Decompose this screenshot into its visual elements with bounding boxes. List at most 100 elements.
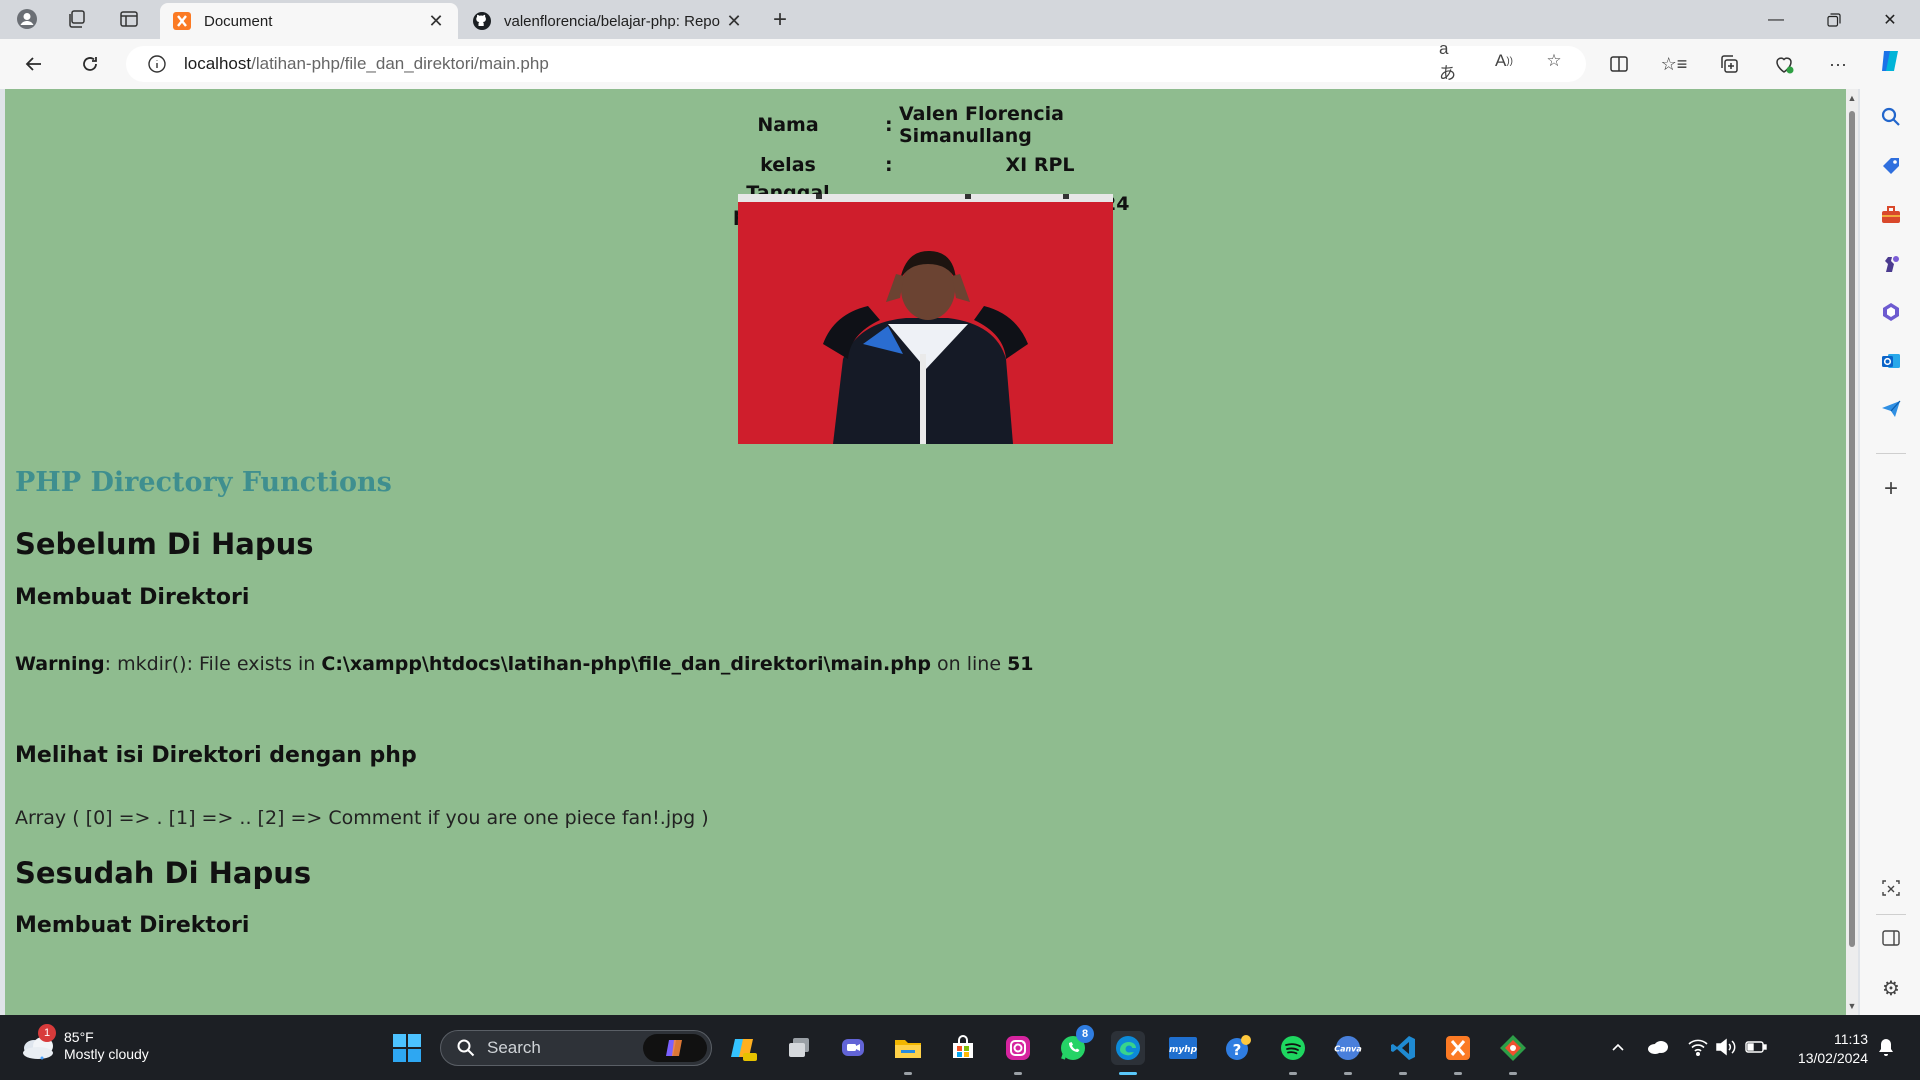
windows-start-icon[interactable]	[390, 1031, 424, 1065]
more-options-icon[interactable]: ···	[1822, 48, 1854, 80]
games-icon[interactable]	[1878, 251, 1904, 277]
running-indicator	[1119, 1072, 1137, 1075]
tab-strip: Document ✕ valenflorencia/belajar-php: R…	[0, 0, 1920, 39]
weather-badge: 1	[38, 1024, 56, 1042]
tab-document[interactable]: Document ✕	[160, 3, 458, 39]
add-icon[interactable]: +	[1878, 475, 1904, 502]
edge-sidebar: + ⚙	[1860, 39, 1920, 1015]
sidebar-divider	[1876, 914, 1906, 915]
info-value: Valen Florencia Simanullang	[899, 103, 1064, 147]
search-icon[interactable]	[1878, 104, 1904, 130]
split-screen-icon[interactable]	[1603, 48, 1635, 80]
show-hidden-icons-chevron-icon[interactable]	[1606, 1035, 1630, 1059]
minimize-button[interactable]: —	[1748, 0, 1804, 39]
collections-icon[interactable]	[1713, 48, 1745, 80]
task-view-icon[interactable]	[782, 1031, 816, 1065]
site-info-icon[interactable]	[146, 53, 168, 75]
copilot-search-icon[interactable]	[643, 1034, 707, 1062]
copilot-icon[interactable]	[1874, 45, 1906, 77]
favorites-icon[interactable]: ☆≡	[1658, 48, 1690, 80]
svg-text:?: ?	[1233, 1041, 1242, 1059]
reload-icon[interactable]	[74, 48, 106, 80]
heading-make-directory: Membuat Direktori	[15, 585, 250, 610]
instagram-icon[interactable]	[1001, 1031, 1035, 1075]
info-row: Nama : Valen Florencia Simanullang	[693, 101, 1183, 149]
address-bar[interactable]: localhost/latihan-php/file_dan_direktori…	[126, 46, 1586, 82]
copilot-pre-icon[interactable]	[727, 1031, 761, 1065]
edge-icon[interactable]	[1111, 1031, 1145, 1075]
tab-title: valenflorencia/belajar-php: Repo	[504, 12, 720, 30]
scroll-down-arrow[interactable]: ▼	[1847, 1001, 1857, 1011]
system-clock[interactable]: 11:13 13/02/2024	[1788, 1030, 1868, 1068]
shopping-tag-icon[interactable]	[1878, 153, 1904, 179]
git-gui-icon[interactable]	[1496, 1031, 1530, 1075]
favorite-star-icon[interactable]: ☆	[1539, 46, 1569, 76]
send-icon[interactable]	[1878, 396, 1904, 422]
warning-text: : mkdir(): File exists in	[104, 653, 322, 675]
running-indicator	[1014, 1072, 1022, 1075]
onedrive-cloud-icon[interactable]	[1646, 1035, 1670, 1059]
spotify-icon[interactable]	[1276, 1031, 1310, 1075]
vscode-icon[interactable]	[1386, 1031, 1420, 1075]
read-aloud-icon[interactable]: A))	[1489, 46, 1519, 76]
warning-on-line: on line	[931, 653, 1008, 675]
tab-actions-icon[interactable]	[116, 6, 142, 32]
weather-temp: 85°F	[64, 1029, 94, 1045]
microsoft-store-icon[interactable]	[946, 1031, 980, 1065]
teams-chat-icon[interactable]	[836, 1031, 870, 1065]
close-tab-icon[interactable]: ✕	[724, 11, 744, 31]
heading-after-delete: Sesudah Di Hapus	[15, 856, 312, 890]
notifications-bell-icon[interactable]	[1874, 1035, 1898, 1059]
scrollbar-thumb[interactable]	[1849, 111, 1855, 947]
weather-condition: Mostly cloudy	[64, 1046, 149, 1062]
vertical-scrollbar[interactable]: ▲ ▼	[1846, 89, 1858, 1015]
page-content: Nama : Valen Florencia Simanullang kelas…	[5, 89, 1846, 1015]
clock-time: 11:13	[1834, 1031, 1868, 1047]
profile-icon[interactable]	[14, 6, 40, 32]
new-tab-button[interactable]: +	[766, 6, 794, 34]
svg-text:myhp: myhp	[1169, 1045, 1198, 1055]
myhp-icon[interactable]: myhp	[1166, 1031, 1200, 1065]
running-indicator	[1509, 1072, 1517, 1075]
running-indicator	[1399, 1072, 1407, 1075]
settings-gear-icon[interactable]: ⚙	[1878, 975, 1904, 1001]
microsoft365-icon[interactable]	[1878, 299, 1904, 325]
info-label: kelas	[760, 153, 816, 176]
clock-date: 13/02/2024	[1797, 1050, 1868, 1066]
info-separator: :	[885, 153, 893, 176]
back-icon[interactable]	[18, 48, 50, 80]
canva-icon[interactable]: Canva	[1331, 1031, 1365, 1075]
running-indicator	[1289, 1072, 1297, 1075]
restore-button[interactable]	[1806, 0, 1862, 39]
browser-essentials-icon[interactable]	[1768, 48, 1800, 80]
file-explorer-icon[interactable]	[891, 1031, 925, 1075]
heading-make-directory-2: Membuat Direktori	[15, 913, 250, 938]
info-row: kelas : XI RPL	[693, 149, 1183, 180]
wifi-icon[interactable]	[1686, 1035, 1710, 1059]
weather-widget[interactable]: 1 85°F Mostly cloudy	[20, 1024, 149, 1063]
close-window-button[interactable]: ✕	[1862, 0, 1918, 39]
sidebar-divider	[1876, 453, 1906, 454]
hide-sidebar-icon[interactable]	[1878, 925, 1904, 951]
search-icon	[455, 1037, 477, 1059]
whatsapp-badge: 8	[1076, 1025, 1094, 1043]
get-help-icon[interactable]: ?	[1221, 1031, 1255, 1065]
scroll-up-arrow[interactable]: ▲	[1847, 93, 1857, 103]
tools-briefcase-icon[interactable]	[1878, 202, 1904, 228]
info-separator: :	[885, 114, 893, 136]
outlook-icon[interactable]	[1878, 348, 1904, 374]
close-tab-icon[interactable]: ✕	[426, 11, 446, 31]
xampp-taskbar-icon[interactable]	[1441, 1031, 1475, 1075]
whatsapp-icon[interactable]: 8	[1056, 1025, 1094, 1065]
volume-icon[interactable]	[1714, 1035, 1738, 1059]
workspaces-icon[interactable]	[64, 6, 90, 32]
battery-icon[interactable]	[1744, 1035, 1768, 1059]
translate-icon[interactable]: a あ	[1439, 39, 1469, 83]
running-indicator	[1344, 1072, 1352, 1075]
tab-github[interactable]: valenflorencia/belajar-php: Repo ✕	[460, 3, 756, 39]
info-value: XI RPL	[1005, 153, 1075, 176]
array-output: Array ( [0] => . [1] => .. [2] => Commen…	[15, 807, 709, 829]
taskbar-search[interactable]: Search	[440, 1030, 712, 1066]
heading-before-delete: Sebelum Di Hapus	[15, 527, 314, 561]
screenshot-icon[interactable]	[1878, 875, 1904, 901]
